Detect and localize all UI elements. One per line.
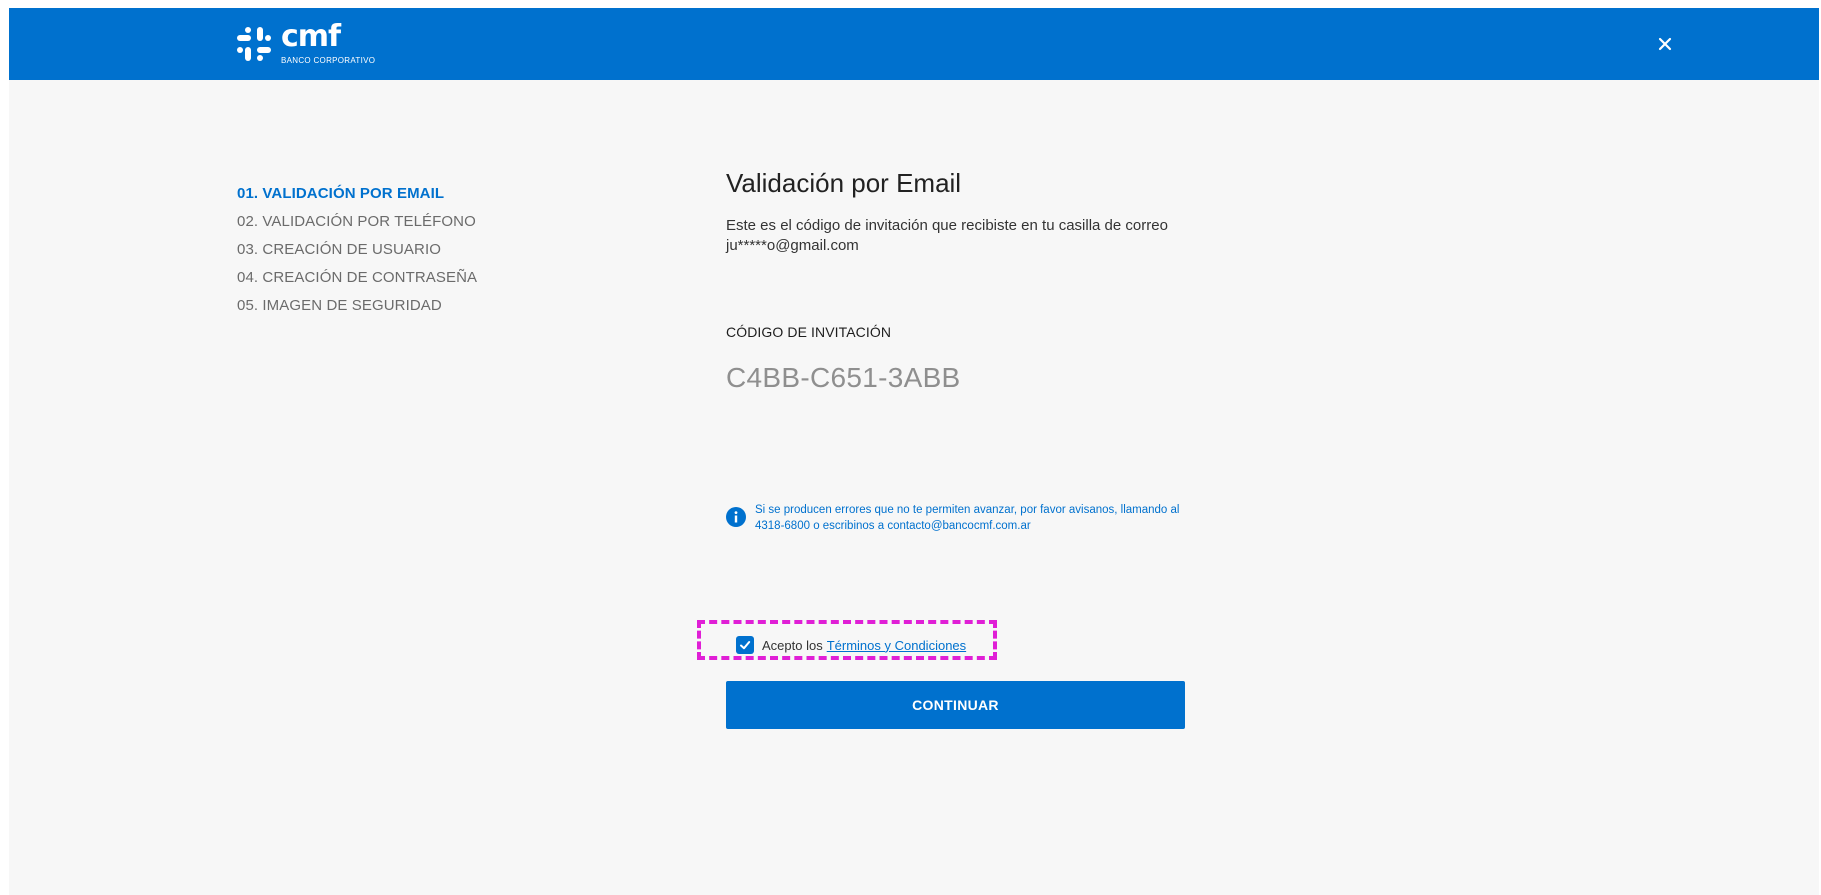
brand-name: cmf <box>281 18 341 54</box>
info-message: Si se producen errores que no te permite… <box>726 502 1196 534</box>
page-frame: cmf BANCO CORPORATIVO 01. VALIDACIÓN POR… <box>9 8 1819 895</box>
steps-nav: 01. VALIDACIÓN POR EMAIL 02. VALIDACIÓN … <box>237 180 477 320</box>
terms-label: Acepto los <box>762 637 823 653</box>
step-email-validation: 01. VALIDACIÓN POR EMAIL <box>237 185 445 202</box>
terms-checkbox[interactable] <box>736 636 754 654</box>
brand-text: cmf BANCO CORPORATIVO <box>281 18 376 66</box>
info-text: Si se producen errores que no te permite… <box>755 504 1180 532</box>
step-user-creation: 03. CREACIÓN DE USUARIO <box>237 241 442 258</box>
invitation-code-value: C4BB-C651-3ABB <box>726 362 961 393</box>
info-icon <box>726 507 746 527</box>
brand-subtitle: BANCO CORPORATIVO <box>281 55 376 65</box>
invitation-code-label: CÓDIGO DE INVITACIÓN <box>726 324 892 340</box>
close-button[interactable] <box>1651 30 1679 58</box>
continue-button[interactable]: CONTINUAR <box>726 681 1185 729</box>
terms-link[interactable]: Términos y Condiciones <box>827 638 966 653</box>
cmf-logo-icon <box>237 27 271 61</box>
description-text: Este es el código de invitación que reci… <box>726 217 1168 254</box>
checkmark-icon <box>740 641 751 650</box>
close-icon <box>1658 37 1672 51</box>
step-password-creation: 04. CREACIÓN DE CONTRASEÑA <box>237 269 478 286</box>
page-title: Validación por Email <box>726 168 962 198</box>
terms-row: Acepto los Términos y Condiciones <box>736 636 966 654</box>
top-bar: cmf BANCO CORPORATIVO <box>9 8 1819 80</box>
step-phone-validation: 02. VALIDACIÓN POR TELÉFONO <box>237 213 476 230</box>
step-security-image: 05. IMAGEN DE SEGURIDAD <box>237 297 442 314</box>
brand-logo[interactable]: cmf BANCO CORPORATIVO <box>237 19 375 69</box>
